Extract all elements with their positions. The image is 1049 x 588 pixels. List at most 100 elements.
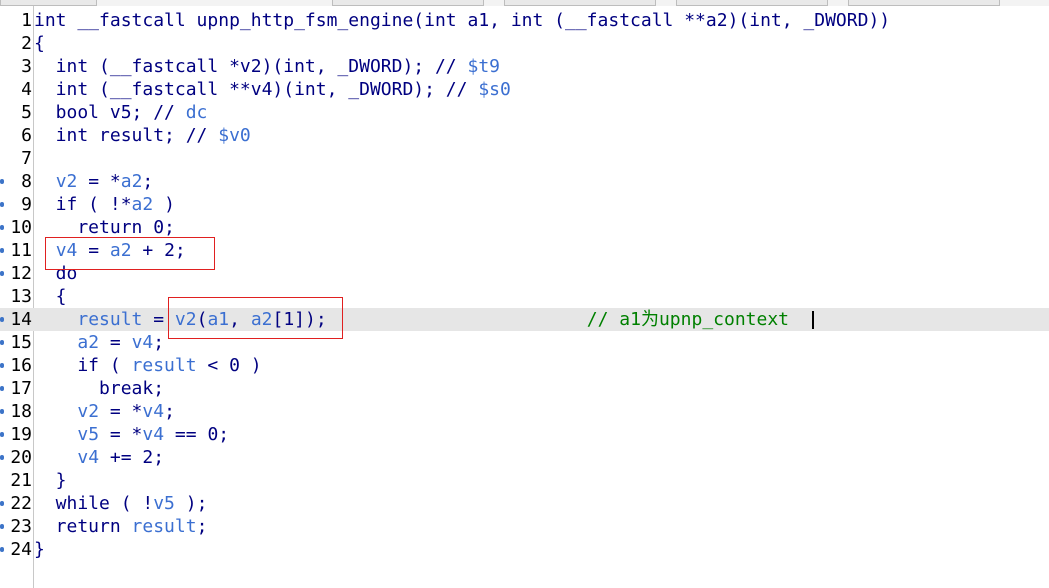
code-line[interactable]: 9 if ( !*a2 )	[0, 193, 1049, 216]
code-text: if ( result < 0 )	[34, 354, 262, 377]
code-text: {	[34, 285, 67, 308]
code-line[interactable]: 5 bool v5; // dc	[0, 101, 1049, 124]
code-text: v2 = *v4;	[34, 400, 175, 423]
line-number: 16	[10, 355, 32, 376]
code-line[interactable]: 20 v4 += 2;	[0, 446, 1049, 469]
tab-pseudocode-5[interactable]	[848, 0, 1000, 6]
code-line[interactable]: 2{	[0, 32, 1049, 55]
code-line[interactable]: 17 break;	[0, 377, 1049, 400]
code-text: int __fastcall upnp_http_fsm_engine(int …	[34, 9, 890, 32]
identifier-token: a2	[120, 171, 143, 192]
tab-pseudocode-3[interactable]	[504, 0, 656, 6]
line-number: 4	[21, 79, 32, 100]
code-token: int (__fastcall *v2)(int, _DWORD); //	[34, 56, 468, 77]
code-text: return 0;	[34, 216, 175, 239]
code-line[interactable]: 3 int (__fastcall *v2)(int, _DWORD); // …	[0, 55, 1049, 78]
identifier-token: v2	[77, 401, 100, 422]
code-line[interactable]: 15 a2 = v4;	[0, 331, 1049, 354]
identifier-token: a2	[131, 194, 154, 215]
code-token: ;	[142, 171, 154, 192]
code-token: {	[34, 33, 45, 54]
line-number: 15	[10, 332, 32, 353]
code-line[interactable]: 16 if ( result < 0 )	[0, 354, 1049, 377]
line-number: 2	[21, 33, 32, 54]
identifier-token: v2	[55, 171, 78, 192]
code-token: = *	[99, 424, 143, 445]
code-token: int result; //	[34, 125, 219, 146]
identifier-token: v4	[77, 447, 100, 468]
identifier-token: v4	[142, 424, 165, 445]
identifier-token: dc	[185, 102, 208, 123]
code-token: ;	[153, 332, 165, 353]
code-token: if ( !*	[34, 194, 132, 215]
code-token: int __fastcall upnp_http_fsm_engine(int …	[34, 10, 891, 31]
line-number: 10	[10, 217, 32, 238]
line-number: 1	[21, 10, 32, 31]
code-line[interactable]: 24}	[0, 538, 1049, 561]
identifier-token: v4	[131, 332, 154, 353]
line-number: 18	[10, 401, 32, 422]
code-text: if ( !*a2 )	[34, 193, 175, 216]
code-token: );	[174, 493, 208, 514]
identifier-token: $s0	[478, 79, 511, 100]
code-line[interactable]: 14 result = v2(a1, a2[1]); // a1为upnp_co…	[0, 308, 1049, 331]
line-number: 14	[10, 309, 32, 330]
code-line[interactable]: 10 return 0;	[0, 216, 1049, 239]
code-line[interactable]: 18 v2 = *v4;	[0, 400, 1049, 423]
code-token: return	[34, 516, 132, 537]
code-text: v5 = *v4 == 0;	[34, 423, 229, 446]
line-number: 20	[10, 447, 32, 468]
code-text: a2 = v4;	[34, 331, 164, 354]
code-token: break;	[34, 378, 165, 399]
code-token: return 0;	[34, 217, 175, 238]
code-line[interactable]: 23 return result;	[0, 515, 1049, 538]
code-line[interactable]: 21 }	[0, 469, 1049, 492]
line-number: 17	[10, 378, 32, 399]
code-token: }	[34, 539, 45, 560]
identifier-token: v4	[142, 401, 165, 422]
code-text: }	[34, 469, 67, 492]
code-token: =	[99, 332, 132, 353]
highlight-box-line-11	[45, 237, 215, 270]
code-line[interactable]: 22 while ( !v5 );	[0, 492, 1049, 515]
code-token: if (	[34, 355, 132, 376]
identifier-token: result	[131, 516, 197, 537]
tab-pseudocode-2[interactable]	[332, 0, 484, 6]
code-token: == 0;	[164, 424, 230, 445]
code-token: < 0 )	[196, 355, 262, 376]
line-number: 11	[10, 240, 32, 261]
identifier-token: $t9	[467, 56, 500, 77]
code-token: = *	[99, 401, 143, 422]
code-line[interactable]: 19 v5 = *v4 == 0;	[0, 423, 1049, 446]
code-token: = *	[77, 171, 121, 192]
line-number: 7	[21, 148, 32, 169]
code-line[interactable]: 8 v2 = *a2;	[0, 170, 1049, 193]
code-text: {	[34, 32, 45, 55]
line-number: 22	[10, 493, 32, 514]
tab-pseudocode-4[interactable]	[676, 0, 828, 6]
code-token: ;	[196, 516, 208, 537]
code-line[interactable]: 1 int __fastcall upnp_http_fsm_engine(int…	[0, 9, 1049, 32]
code-line[interactable]: 13 {	[0, 285, 1049, 308]
line-number: 23	[10, 516, 32, 537]
tab-strip	[0, 0, 1049, 6]
code-token: += 2;	[99, 447, 165, 468]
line-number: 24	[10, 539, 32, 560]
code-token: }	[34, 470, 67, 491]
code-line[interactable]: 6 int result; // $v0	[0, 124, 1049, 147]
code-line[interactable]: 7	[0, 147, 1049, 170]
code-line[interactable]: 4 int (__fastcall **v4)(int, _DWORD); //…	[0, 78, 1049, 101]
line-number: 6	[21, 125, 32, 146]
code-token: int (__fastcall **v4)(int, _DWORD); //	[34, 79, 479, 100]
code-text: bool v5; // dc	[34, 101, 208, 124]
code-text: int result; // $v0	[34, 124, 251, 147]
code-token: ;	[164, 401, 175, 422]
text-caret	[812, 311, 814, 329]
code-token: while ( !	[34, 493, 154, 514]
line-number: 3	[21, 56, 32, 77]
